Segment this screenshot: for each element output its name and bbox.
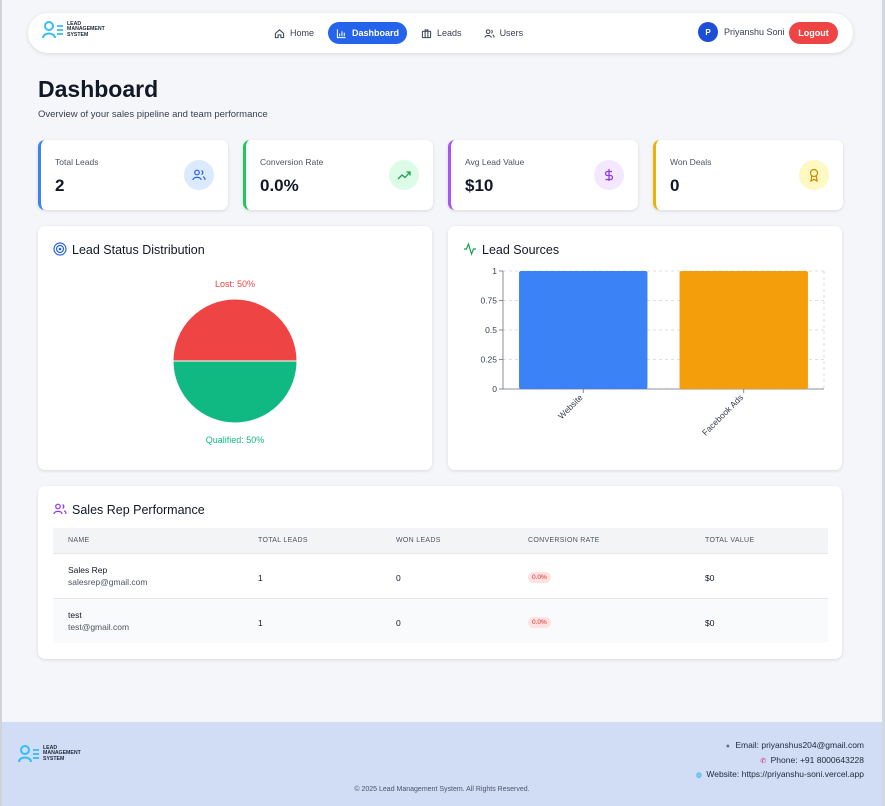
briefcase-icon [421, 28, 432, 38]
pie-slice-qualified [172, 360, 298, 424]
footer-email[interactable]: ● Email: priyanshus204@gmail.com [694, 739, 864, 754]
home-icon [274, 28, 285, 38]
y-tick-label: 0.5 [485, 325, 497, 335]
conversion-badge: 0.0% [528, 617, 551, 628]
col-name: NAME [68, 537, 90, 544]
users-icon [483, 28, 495, 38]
y-tick-label: 0.25 [480, 355, 497, 365]
table-row[interactable]: test test@gmail.com 1 0 0.0% $0 [53, 598, 828, 643]
window-border-left [0, 0, 2, 806]
stat-card-conversion-rate: Conversion Rate 0.0% [243, 140, 433, 210]
sales-rep-title: Sales Rep Performance [72, 503, 205, 517]
x-tick-label: Website [556, 392, 585, 421]
conversion-badge: 0.0% [528, 572, 551, 583]
pie-label: Qualified: 50% [206, 435, 265, 445]
col-conversion-rate: CONVERSION RATE [528, 537, 600, 544]
trending-up-icon [389, 160, 419, 190]
globe-icon: ◍ [695, 772, 702, 779]
rep-name: test [68, 610, 82, 620]
nav-leads-label: Leads [437, 28, 462, 38]
table-header: NAME TOTAL LEADS WON LEADS CONVERSION RA… [53, 528, 828, 553]
footer: LEAD MANAGEMENT SYSTEM ● Email: priyanshu… [2, 722, 882, 806]
footer-copyright: © 2025 Lead Management System. All Right… [354, 786, 530, 793]
col-total-value: TOTAL VALUE [705, 537, 755, 544]
col-total-leads: TOTAL LEADS [258, 537, 308, 544]
nav-leads[interactable]: Leads [413, 22, 470, 44]
stat-value: $10 [465, 176, 494, 195]
bar-website [519, 271, 648, 389]
dollar-icon [594, 160, 624, 190]
pie-label: Lost: 50% [215, 279, 255, 289]
avatar: P [698, 22, 718, 42]
pie-chart: Lost: 50% Qualified: 50% [172, 279, 298, 445]
footer-contact: ● Email: priyanshus204@gmail.com ✆ Phone: … [694, 739, 864, 783]
users-icon [184, 160, 214, 190]
lead-status-panel: Lead Status Distribution Lost: 50% Qualif… [38, 226, 432, 470]
stat-label: Avg Lead Value [465, 157, 525, 167]
user-name: Priyanshu Soni [724, 27, 785, 37]
y-tick-label: 0.75 [480, 296, 497, 306]
stat-label: Total Leads [55, 157, 99, 167]
col-won-leads: WON LEADS [396, 537, 441, 544]
page-title: Dashboard [38, 76, 159, 102]
sales-rep-panel: Sales Rep Performance NAME TOTAL LEADS W… [38, 486, 842, 659]
rep-total-value: $0 [705, 618, 715, 628]
rep-won-leads: 0 [396, 573, 401, 583]
rep-won-leads: 0 [396, 618, 401, 628]
stat-value: 0 [670, 176, 680, 195]
rep-total-value: $0 [705, 573, 715, 583]
footer-phone[interactable]: ✆ Phone: +91 8000643228 [694, 754, 864, 769]
stat-card-won-deals: Won Deals 0 [653, 140, 843, 210]
nav-users-label: Users [499, 28, 524, 38]
email-icon: ● [725, 743, 730, 750]
stat-card-total-leads: Total Leads 2 [38, 140, 228, 210]
nav-home[interactable]: Home [266, 22, 322, 44]
pie-slice-lost [172, 298, 298, 362]
table-row[interactable]: Sales Rep salesrep@gmail.com 1 0 0.0% $0 [53, 553, 828, 598]
x-tick-label: Facebook Ads [700, 392, 745, 437]
nav-users[interactable]: Users [476, 22, 532, 44]
nav-dashboard-label: Dashboard [352, 28, 400, 38]
user-menu[interactable]: P Priyanshu Soni [698, 22, 785, 42]
footer-website[interactable]: ◍ Website: https://priyanshu-soni.vercel.… [694, 768, 864, 783]
bar-chart: 0 0.25 0.5 0.75 1 Website Facebook Ads [480, 266, 825, 438]
award-icon [799, 160, 829, 190]
navbar: LEAD MANAGEMENT SYSTEM Home Dashboard Le… [28, 13, 853, 53]
stat-label: Won Deals [670, 157, 712, 167]
y-tick-label: 0 [492, 384, 497, 394]
nav-dashboard[interactable]: Dashboard [328, 22, 408, 44]
page-subtitle: Overview of your sales pipeline and team… [38, 109, 268, 120]
footer-logo-text: LEAD MANAGEMENT SYSTEM [43, 744, 81, 762]
logout-button[interactable]: Logout [789, 22, 838, 44]
stat-label: Conversion Rate [260, 157, 324, 167]
logo-users-icon [18, 745, 39, 763]
logo-text: LEAD MANAGEMENT SYSTEM [67, 20, 105, 38]
lead-sources-panel: Lead Sources 0 0.25 0.5 0.75 1 Website Faceboo… [448, 226, 842, 470]
users-icon [53, 503, 67, 515]
logo[interactable]: LEAD MANAGEMENT SYSTEM [42, 20, 105, 40]
stat-value: 2 [55, 176, 65, 195]
rep-total-leads: 1 [258, 573, 263, 583]
rep-total-leads: 1 [258, 618, 263, 628]
nav-home-label: Home [290, 28, 315, 38]
rep-name: Sales Rep [68, 565, 108, 575]
bar-chart-icon [336, 28, 346, 38]
stat-card-avg-lead-value: Avg Lead Value $10 [448, 140, 638, 210]
footer-logo[interactable]: LEAD MANAGEMENT SYSTEM [18, 744, 81, 764]
bar-facebook-ads [679, 271, 808, 389]
rep-email: test@gmail.com [68, 622, 130, 632]
rep-email: salesrep@gmail.com [68, 577, 148, 587]
y-tick-label: 1 [492, 266, 497, 276]
stat-value: 0.0% [260, 176, 299, 195]
phone-icon: ✆ [760, 757, 767, 765]
nav-links: Home Dashboard Leads Users [266, 22, 531, 44]
logo-users-icon [42, 21, 63, 39]
